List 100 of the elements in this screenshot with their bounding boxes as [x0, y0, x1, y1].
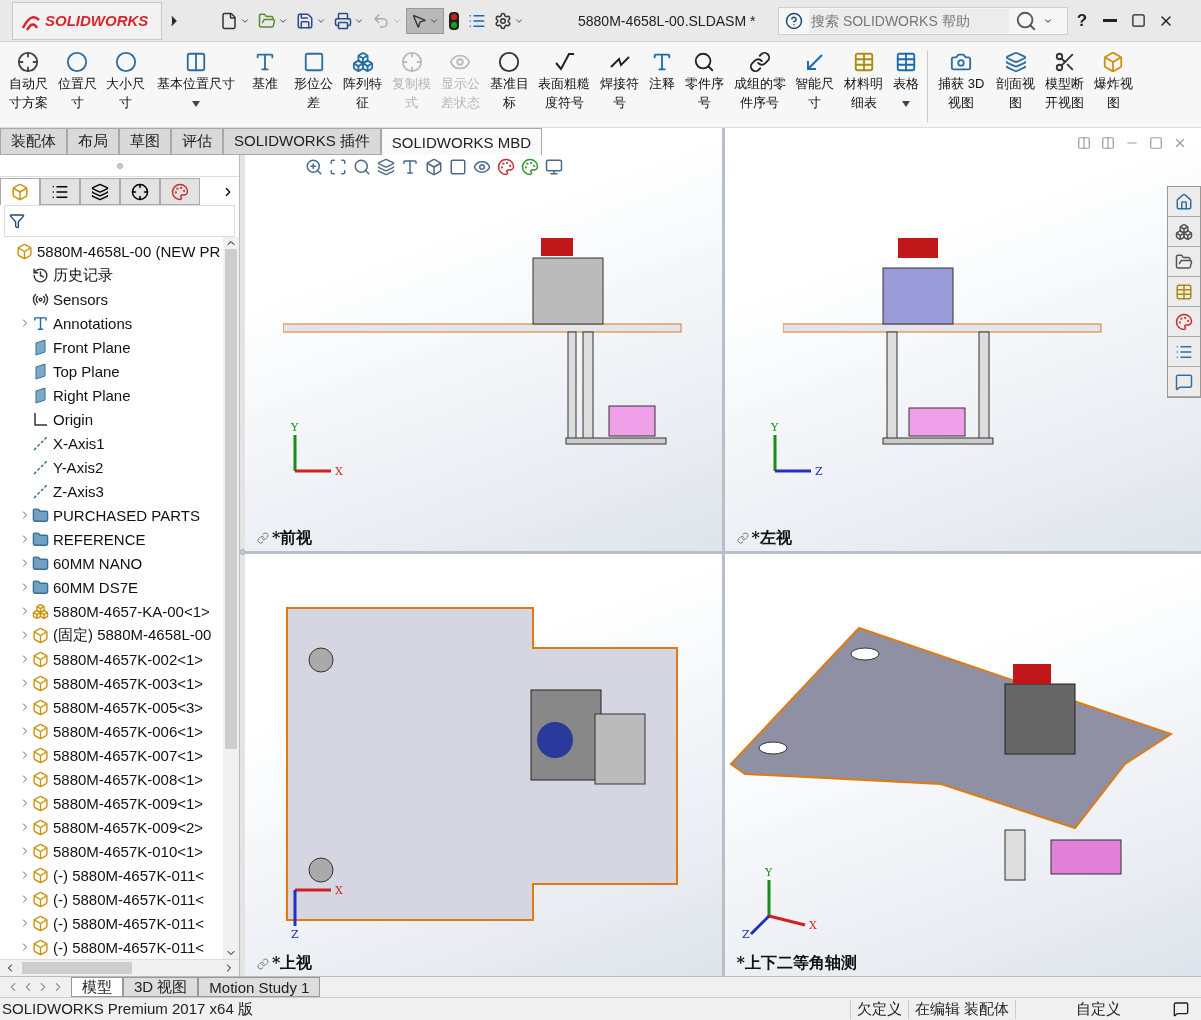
help-icon	[785, 11, 803, 30]
tab[interactable]: 草图	[119, 128, 171, 155]
panel-tab[interactable]	[80, 178, 120, 205]
cube-icon[interactable]	[425, 158, 443, 176]
toolbar-button[interactable]: 成组的零件序号	[728, 50, 791, 112]
select-button[interactable]	[406, 7, 444, 34]
tree-item[interactable]: X-Axis1	[0, 431, 223, 455]
grip-handle[interactable]	[116, 162, 123, 169]
toolbar-button[interactable]: 焊接符号	[595, 50, 645, 112]
tab[interactable]: Motion Study 1	[198, 977, 321, 997]
tree-item[interactable]: 5880M-4657K-009<2>	[0, 815, 223, 839]
appearance-button[interactable]	[1168, 307, 1200, 337]
zoom-area-icon[interactable]	[329, 158, 347, 176]
tree-item[interactable]: Origin	[0, 407, 223, 431]
toolbar-button[interactable]: 材料明细表	[839, 50, 889, 112]
palette-button[interactable]	[1168, 277, 1200, 307]
tab[interactable]: 装配体	[0, 128, 67, 155]
toolbar-button[interactable]: 爆炸视图	[1089, 50, 1138, 112]
tree-item[interactable]: REFERENCE	[0, 527, 223, 551]
restore-icon[interactable]	[1149, 136, 1163, 150]
panel-tab[interactable]	[120, 178, 160, 205]
toolbar-button[interactable]: 大小尺寸	[101, 50, 151, 112]
tree-item[interactable]: 5880M-4657K-008<1>	[0, 767, 223, 791]
tree-item[interactable]: 5880M-4657K-007<1>	[0, 743, 223, 767]
toolbar-button[interactable]: 形位公差	[289, 50, 339, 112]
toolbar-button[interactable]: 零件序号	[679, 50, 729, 112]
square-icon[interactable]	[449, 158, 467, 176]
tree-item[interactable]: Sensors	[0, 287, 223, 311]
tab[interactable]: SOLIDWORKS MBD	[380, 128, 543, 155]
tab[interactable]: 3D 视图	[123, 977, 199, 997]
tree-item[interactable]: Top Plane	[0, 359, 223, 383]
tree-item[interactable]: 5880M-4657K-002<1>	[0, 647, 223, 671]
part-icon	[32, 938, 49, 956]
viewport[interactable]: X Z *上视	[245, 553, 722, 976]
library-button[interactable]	[1168, 217, 1200, 247]
tab[interactable]: 模型	[71, 977, 123, 997]
toolbar-button[interactable]: 基准	[240, 50, 290, 93]
search-icon[interactable]	[353, 158, 371, 176]
tree-item[interactable]: (-) 5880M-4657K-011<	[0, 911, 223, 935]
horizontal-scrollbar[interactable]	[0, 959, 239, 976]
toolbar-button[interactable]: 剖面视图	[991, 50, 1041, 112]
properties-button[interactable]	[1168, 337, 1200, 367]
search-field[interactable]: 搜索 SOLIDWORKS 帮助	[778, 6, 1068, 35]
tree-item[interactable]: Annotations	[0, 311, 223, 335]
comment-icon[interactable]	[1173, 1001, 1189, 1017]
toolbar-button[interactable]: 智能尺寸	[790, 50, 840, 112]
tree-item[interactable]: 历史记录	[0, 263, 223, 287]
tree-item[interactable]: 5880M-4658L-00 (NEW PR	[0, 239, 223, 263]
annotation-icon	[32, 314, 49, 332]
monitor-icon[interactable]	[545, 158, 563, 176]
pointer-icon	[411, 12, 427, 29]
forum-button[interactable]	[1168, 367, 1200, 397]
layers-icon[interactable]	[377, 158, 395, 176]
home-button[interactable]	[1168, 187, 1200, 217]
tree-item[interactable]: Z-Axis3	[0, 479, 223, 503]
toolbar-button[interactable]: 自动尺寸方案	[4, 50, 53, 112]
toolbar-button[interactable]: 基本位置尺寸	[150, 50, 241, 107]
tab[interactable]: SOLIDWORKS 插件	[223, 128, 381, 155]
tree-item[interactable]: 60MM DS7E	[0, 575, 223, 599]
viewport[interactable]: Y Z *左视	[724, 128, 1201, 551]
tree-item[interactable]: (-) 5880M-4657K-011<	[0, 935, 223, 959]
file-explorer-button[interactable]	[1168, 247, 1200, 277]
text-icon[interactable]	[401, 158, 419, 176]
tile-icon[interactable]	[1101, 136, 1115, 150]
tab[interactable]: 布局	[67, 128, 119, 155]
tree-item[interactable]: 5880M-4657K-010<1>	[0, 839, 223, 863]
panel-tab[interactable]	[40, 178, 80, 205]
tree-item[interactable]: 5880M-4657-KA-00<1>	[0, 599, 223, 623]
palette-icon[interactable]	[497, 158, 515, 176]
filter-icon[interactable]	[9, 213, 25, 229]
toolbar-button[interactable]: 模型断开视图	[1040, 50, 1090, 112]
tile-icon[interactable]	[1077, 136, 1091, 150]
tree-item[interactable]: Right Plane	[0, 383, 223, 407]
toolbar-button[interactable]: 表格	[888, 50, 924, 107]
close-icon[interactable]	[1173, 136, 1187, 150]
vertical-scrollbar[interactable]	[223, 237, 239, 959]
toolbar-button[interactable]: 注释	[644, 50, 680, 93]
toolbar-button[interactable]: 表面粗糙度符号	[533, 50, 596, 112]
palette-icon[interactable]	[521, 158, 539, 176]
tree-item[interactable]: (固定) 5880M-4658L-00	[0, 623, 223, 647]
tree-item[interactable]: 60MM NANO	[0, 551, 223, 575]
toolbar-button[interactable]: 捕获 3D视图	[930, 50, 992, 112]
tree-item[interactable]: Front Plane	[0, 335, 223, 359]
tree-item[interactable]: 5880M-4657K-009<1>	[0, 791, 223, 815]
toolbar-button[interactable]: 阵列特征	[338, 50, 388, 112]
tab[interactable]: 评估	[171, 128, 223, 155]
eye-icon[interactable]	[473, 158, 491, 176]
tree-item[interactable]: PURCHASED PARTS	[0, 503, 223, 527]
tree-item[interactable]: 5880M-4657K-006<1>	[0, 719, 223, 743]
tree-item[interactable]: Y-Axis2	[0, 455, 223, 479]
tree-item[interactable]: 5880M-4657K-003<1>	[0, 671, 223, 695]
tree-item[interactable]: (-) 5880M-4657K-011<	[0, 863, 223, 887]
help-button[interactable]: ?	[1068, 6, 1096, 35]
zoom-icon[interactable]	[305, 158, 323, 176]
toolbar-button[interactable]: 基准目标	[484, 50, 534, 112]
tree-item[interactable]: 5880M-4657K-005<3>	[0, 695, 223, 719]
tree-item[interactable]: (-) 5880M-4657K-011<	[0, 887, 223, 911]
toolbar-button[interactable]: 位置尺寸	[52, 50, 102, 112]
units-dropdown[interactable]: 自定义	[1015, 999, 1161, 1019]
viewport[interactable]: Y X Z *上下二等角轴测	[724, 553, 1201, 976]
